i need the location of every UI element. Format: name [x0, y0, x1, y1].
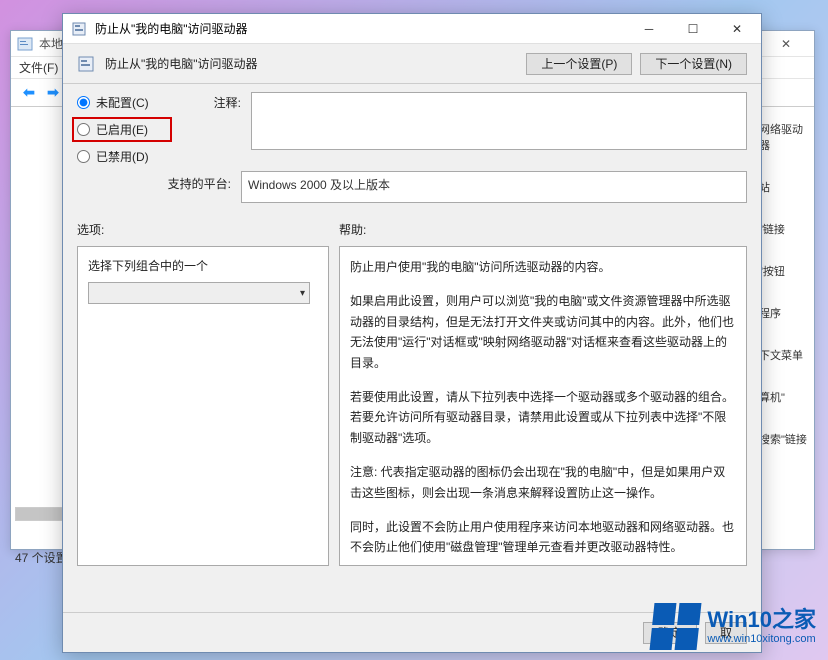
policy-dialog: 防止从"我的电脑"访问驱动器 ─ ☐ ✕ 防止从"我的电脑"访问驱动器 上一个设…	[62, 13, 762, 653]
options-label: 选项:	[77, 221, 339, 238]
list-item[interactable]: 网络驱动器	[759, 121, 810, 153]
comment-textarea[interactable]	[251, 92, 747, 150]
list-item[interactable]: 站	[759, 179, 810, 195]
policy-icon	[71, 21, 87, 37]
radio-enabled[interactable]: 已启用(E)	[72, 117, 172, 142]
list-item[interactable]: 算机"	[759, 389, 810, 405]
dialog-header: 防止从"我的电脑"访问驱动器 上一个设置(P) 下一个设置(N)	[63, 44, 761, 84]
policy-header-icon	[77, 55, 95, 73]
radio-group: 未配置(C) 已启用(E) 已禁用(D)	[77, 92, 167, 165]
chevron-down-icon: ▾	[300, 288, 305, 299]
options-pane: 选择下列组合中的一个 ▾	[77, 246, 329, 566]
help-text: 注意: 代表指定驱动器的图标仍会出现在"我的电脑"中，但是如果用户双击这些图标，…	[350, 462, 736, 503]
dialog-footer: 确定 取	[63, 612, 761, 652]
list-item[interactable]: 下文菜单	[759, 347, 810, 363]
options-dropdown[interactable]: ▾	[88, 282, 310, 304]
help-pane: 防止用户使用"我的电脑"访问所选驱动器的内容。 如果启用此设置，则用户可以浏览"…	[339, 246, 747, 566]
background-right-list: 网络驱动器 站 "链接 "按钮 程序 下文菜单 算机" 搜索"链接	[754, 115, 814, 527]
help-text: 同时，此设置不会防止用户使用程序来访问本地驱动器和网络驱动器。也不会防止他们使用…	[350, 517, 736, 558]
platform-value: Windows 2000 及以上版本	[241, 171, 747, 203]
menu-file[interactable]: 文件(F)	[19, 59, 58, 76]
help-text: 若要使用此设置，请从下拉列表中选择一个驱动器或多个驱动器的组合。若要允许访问所有…	[350, 387, 736, 448]
maximize-button[interactable]: ☐	[671, 15, 715, 43]
section-labels: 选项: 帮助:	[77, 221, 747, 242]
prev-setting-button[interactable]: 上一个设置(P)	[526, 53, 632, 75]
radio-disabled-input[interactable]	[77, 150, 90, 163]
panes: 选择下列组合中的一个 ▾ 防止用户使用"我的电脑"访问所选驱动器的内容。 如果启…	[77, 246, 747, 566]
list-item[interactable]: "按钮	[759, 263, 810, 279]
radio-not-configured-input[interactable]	[77, 96, 90, 109]
setting-nav-buttons: 上一个设置(P) 下一个设置(N)	[526, 53, 747, 75]
next-setting-button[interactable]: 下一个设置(N)	[640, 53, 747, 75]
dialog-body: 未配置(C) 已启用(E) 已禁用(D) 注释: 支持的平台: Windows …	[63, 84, 761, 566]
platform-row: 支持的平台: Windows 2000 及以上版本	[77, 171, 747, 203]
dialog-title-text: 防止从"我的电脑"访问驱动器	[95, 20, 627, 37]
radio-disabled-label: 已禁用(D)	[96, 148, 149, 165]
comment-label: 注释:	[177, 92, 241, 111]
radio-enabled-label: 已启用(E)	[96, 121, 148, 138]
dialog-header-text: 防止从"我的电脑"访问驱动器	[105, 55, 526, 72]
radio-enabled-input[interactable]	[77, 123, 90, 136]
list-item[interactable]: 搜索"链接	[759, 431, 810, 447]
radio-disabled[interactable]: 已禁用(D)	[77, 148, 167, 165]
bg-close-button[interactable]: ✕	[764, 31, 808, 57]
radio-not-configured[interactable]: 未配置(C)	[77, 94, 167, 111]
radio-not-configured-label: 未配置(C)	[96, 94, 149, 111]
policy-editor-icon	[17, 36, 33, 52]
platform-label: 支持的平台:	[77, 171, 241, 192]
dialog-titlebar[interactable]: 防止从"我的电脑"访问驱动器 ─ ☐ ✕	[63, 14, 761, 44]
close-button[interactable]: ✕	[715, 15, 759, 43]
config-row: 未配置(C) 已启用(E) 已禁用(D) 注释:	[77, 92, 747, 165]
cancel-button[interactable]: 取	[705, 622, 747, 644]
minimize-button[interactable]: ─	[627, 15, 671, 43]
help-text: 如果启用此设置，则用户可以浏览"我的电脑"或文件资源管理器中所选驱动器的目录结构…	[350, 291, 736, 373]
dropdown-label: 选择下列组合中的一个	[88, 257, 318, 274]
dialog-sys-buttons: ─ ☐ ✕	[627, 15, 759, 43]
nav-back-button[interactable]: ⬅	[17, 82, 41, 104]
help-text: 防止用户使用"我的电脑"访问所选驱动器的内容。	[350, 257, 736, 277]
list-item[interactable]: 程序	[759, 305, 810, 321]
ok-button[interactable]: 确定	[643, 622, 697, 644]
list-item[interactable]: "链接	[759, 221, 810, 237]
help-label: 帮助:	[339, 221, 366, 238]
background-statusbar: 47 个设置	[15, 549, 68, 567]
